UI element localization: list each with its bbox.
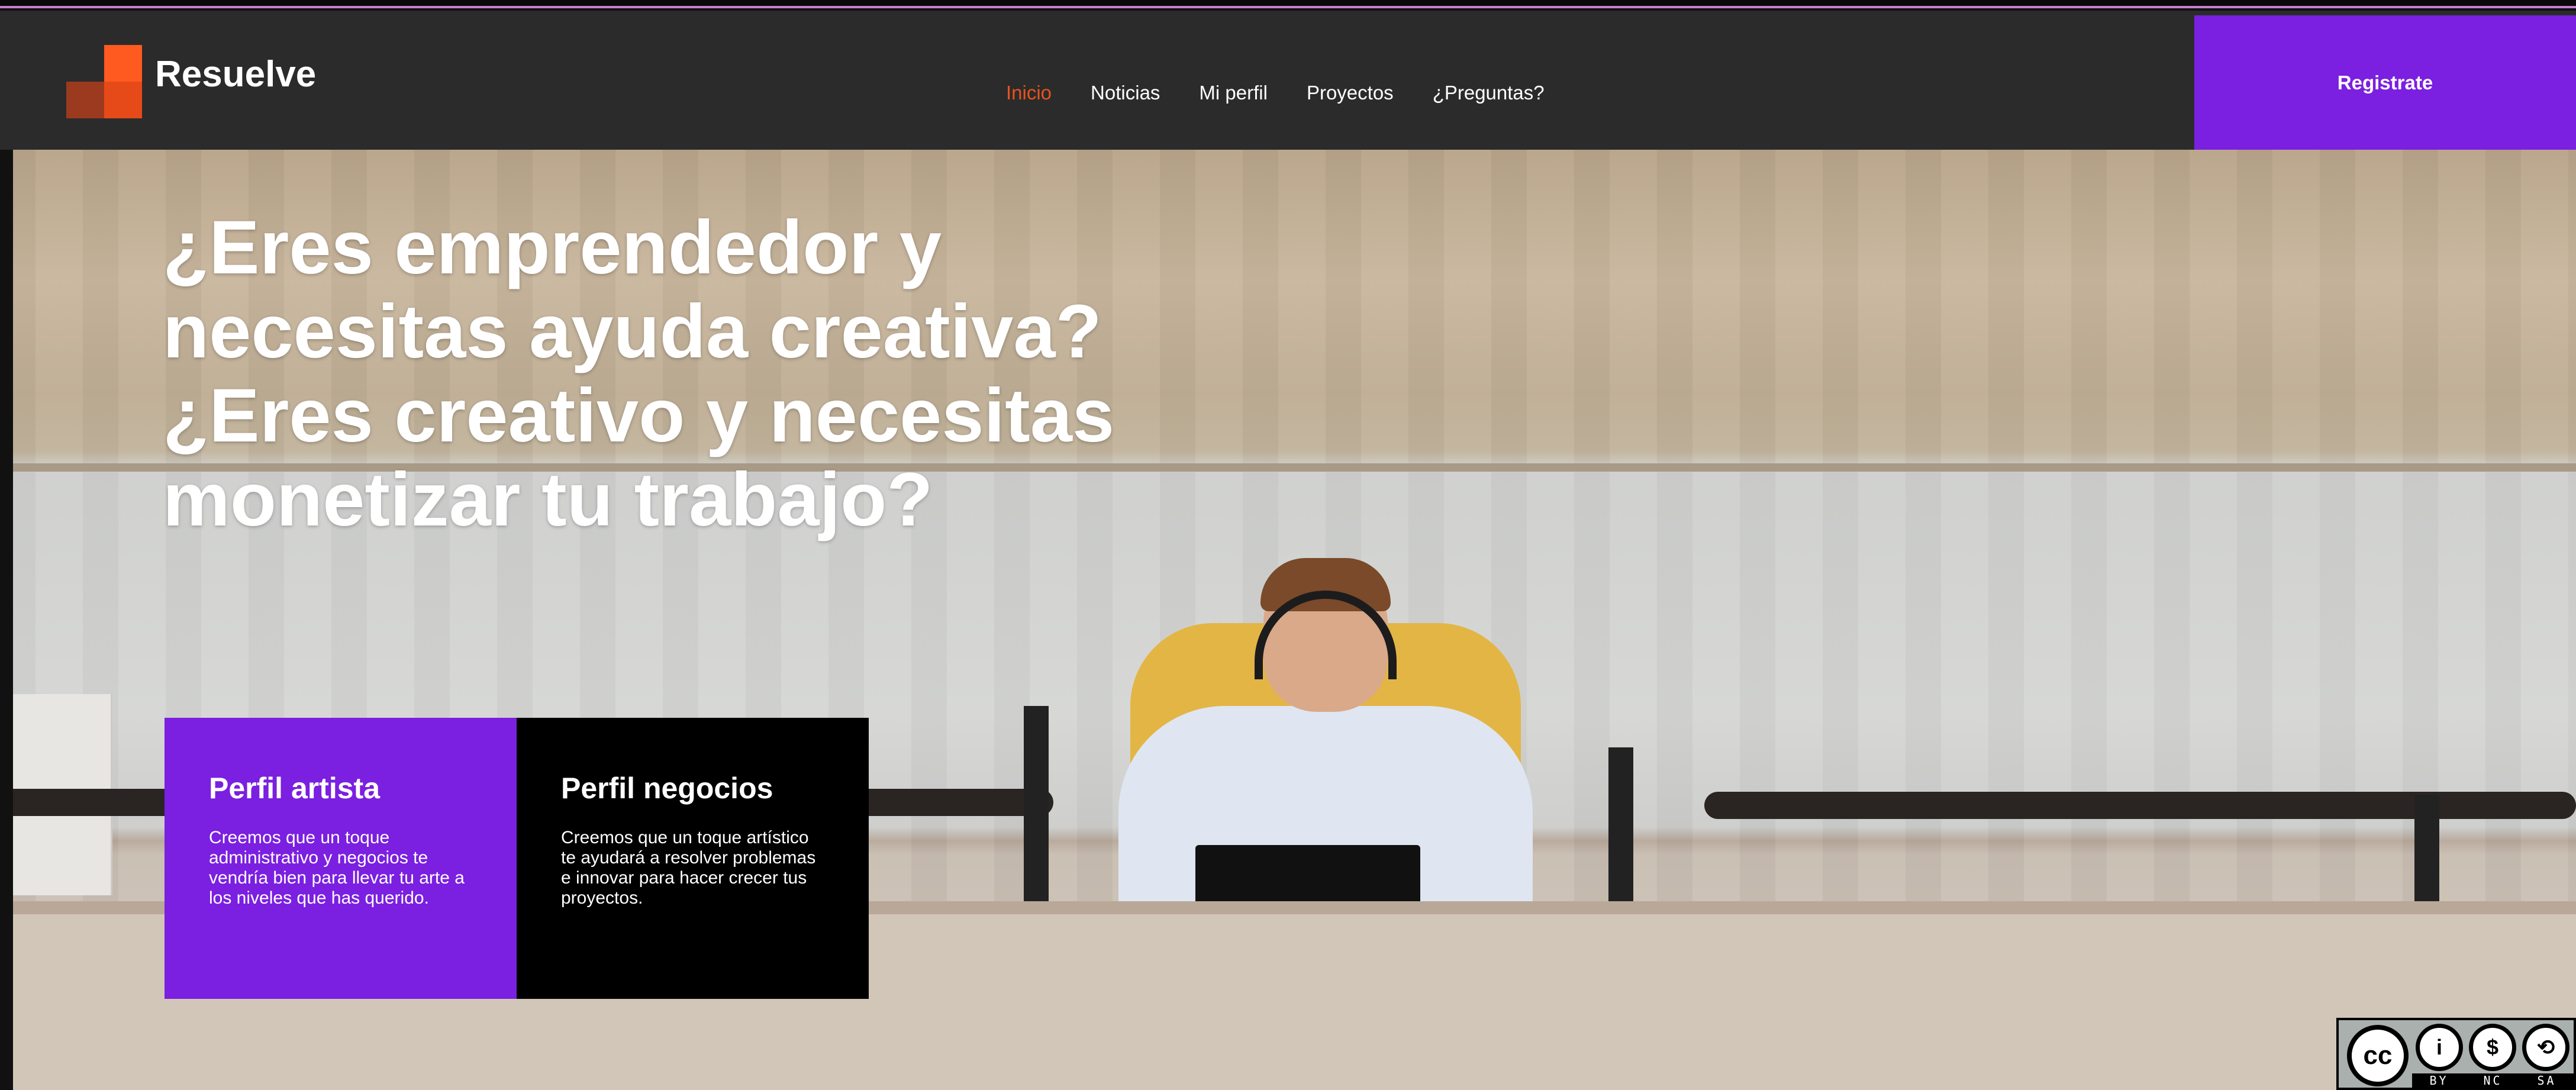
cc-icon: cc [2347,1025,2409,1086]
license-strip-by: BY [2429,1073,2449,1088]
creative-commons-badge[interactable]: cc i $ ⟲ BY NC SA [2336,1018,2576,1090]
card-title: Perfil artista [209,772,381,805]
hero-headline-line: ¿Eres creativo y necesitas [163,373,1115,458]
nav-item-preguntas[interactable]: ¿Preguntas? [1433,82,1545,104]
brand-name[interactable]: Resuelve [155,53,316,95]
license-strip-nc: NC [2483,1073,2503,1088]
logo-square-bottom-right [104,82,142,118]
hero-headline: ¿Eres emprendedor y necesitas ayuda crea… [163,206,1346,542]
hero-background-railing-right [1704,792,2576,819]
profile-card-business[interactable]: Perfil negocios Creemos que un toque art… [517,718,869,999]
non-commercial-icon: $ [2469,1024,2516,1071]
nav-item-noticias[interactable]: Noticias [1091,82,1160,104]
nav-item-mi-perfil[interactable]: Mi perfil [1199,82,1268,104]
logo-square-bottom-left [66,82,104,118]
card-text: Creemos que un toque administrativo y ne… [209,828,465,908]
share-alike-icon: ⟲ [2522,1024,2569,1071]
license-strip-sa: SA [2537,1073,2556,1088]
browser-viewport: Resuelve Inicio Noticias Mi perfil Proye… [0,0,2576,1090]
hero-background-post [2414,795,2439,901]
logo-icon[interactable] [66,45,142,118]
hero-background-post [1024,706,1049,901]
hero-background-post [1608,747,1633,901]
hero-headline-line: ¿Eres emprendedor y [163,205,942,290]
navbar: Resuelve Inicio Noticias Mi perfil Proye… [0,11,2576,150]
nav-item-proyectos[interactable]: Proyectos [1307,82,1394,104]
hero-headline-line: necesitas ayuda creativa? [163,289,1102,374]
attribution-icon: i [2416,1024,2463,1071]
card-text: Creemos que un toque artístico te ayudar… [561,828,816,908]
hero-section: ¿Eres emprendedor y necesitas ayuda crea… [0,150,2576,1090]
logo-square-top [104,45,142,82]
register-button[interactable]: Registrate [2194,15,2576,150]
left-edge-shadow [0,150,13,1090]
license-strip: BY NC SA [2412,1073,2574,1088]
nav-item-inicio[interactable]: Inicio [1006,82,1052,104]
hero-headline-line: monetizar tu trabajo? [163,457,933,542]
profile-card-artist[interactable]: Perfil artista Creemos que un toque admi… [165,718,517,999]
window-top-strip [0,0,2576,8]
main-nav: Inicio Noticias Mi perfil Proyectos ¿Pre… [1006,82,1545,104]
card-title: Perfil negocios [561,772,773,805]
